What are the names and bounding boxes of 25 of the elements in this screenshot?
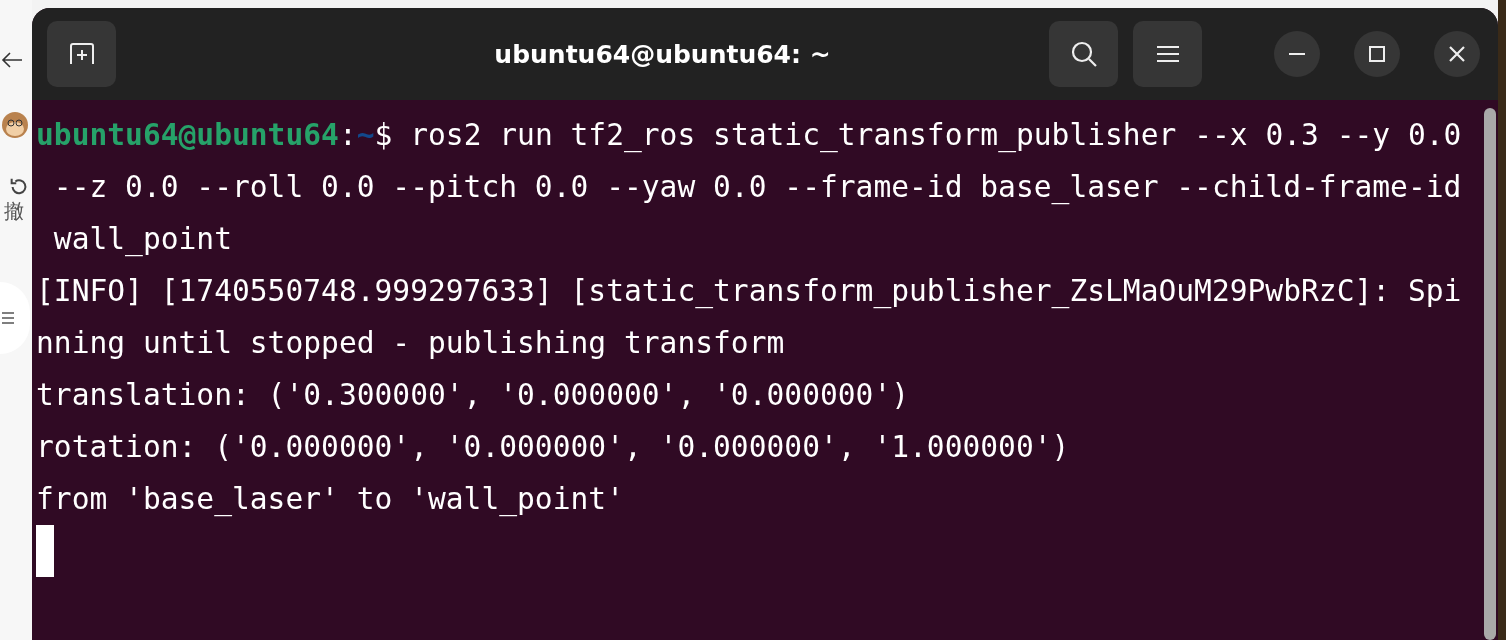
scrollbar[interactable] bbox=[1484, 108, 1496, 640]
menu-icon bbox=[1156, 45, 1179, 63]
avatar-icon bbox=[0, 110, 30, 140]
output-line: wall_point bbox=[52, 221, 233, 259]
maximize-button[interactable] bbox=[1354, 31, 1400, 77]
undo-label: 撤 bbox=[4, 198, 24, 224]
search-icon bbox=[1069, 40, 1098, 68]
output-line: --z 0.0 --roll 0.0 --pitch 0.0 --yaw 0.0 --frame-id base_laser --child-frame-id bbox=[52, 169, 1463, 207]
prompt-line: ubuntu64@ubuntu64:~$ ros2 run tf2_ros static_transform_publisher --x 0.3 --y 0.0 bbox=[36, 117, 1463, 155]
output-line: from 'base_laser' to 'wall_point' bbox=[36, 481, 625, 519]
new-tab-icon bbox=[67, 42, 96, 66]
output-line: [INFO] [1740550748.999297633] [static_transform_publisher_ZsLMaOuM29PwbRzC]: Spi bbox=[36, 273, 1463, 311]
menu-icon bbox=[2, 311, 14, 325]
maximize-icon bbox=[1369, 46, 1385, 62]
close-button[interactable] bbox=[1434, 31, 1480, 77]
text-cursor bbox=[36, 525, 54, 577]
output-line: nning until stopped - publishing transform bbox=[36, 325, 786, 362]
search-button[interactable] bbox=[1049, 21, 1118, 87]
minimize-icon bbox=[1289, 53, 1305, 55]
close-icon bbox=[1449, 46, 1465, 62]
new-tab-button[interactable] bbox=[47, 21, 116, 87]
menu-button[interactable] bbox=[1133, 21, 1202, 87]
output-line: translation: ('0.300000', '0.000000', '0.000000') bbox=[36, 377, 911, 414]
window-title: ubuntu64@ubuntu64: ~ bbox=[493, 39, 832, 69]
output-line: rotation: ('0.000000', '0.000000', '0.000000', '1.000000') bbox=[36, 429, 1071, 466]
